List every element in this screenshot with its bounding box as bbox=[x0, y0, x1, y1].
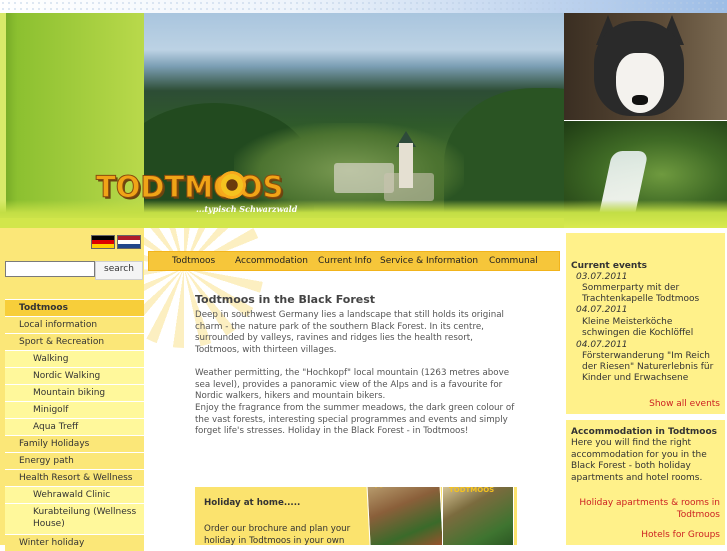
side-navigation: Todtmoos Local information Sport & Recre… bbox=[5, 299, 144, 551]
sidebar-item-energy-path[interactable]: Energy path bbox=[5, 452, 144, 469]
brochure-logo: TODTMOOS bbox=[373, 487, 419, 490]
promo-text: Order our brochure and plan your holiday… bbox=[204, 524, 351, 545]
nav-item-communal[interactable]: Communal bbox=[489, 252, 538, 270]
sidebar-item-kurabteilung[interactable]: Kurabteilung (Wellness House) bbox=[5, 503, 144, 534]
search-button[interactable]: search bbox=[95, 261, 143, 280]
sidebar-item-mountain-biking[interactable]: Mountain biking bbox=[5, 384, 144, 401]
event-date: 04.07.2011 bbox=[576, 340, 628, 350]
fragrance-paragraph: Enjoy the fragrance from the summer mead… bbox=[195, 403, 515, 437]
husky-photo bbox=[564, 13, 727, 120]
accommodation-text: Here you will find the right accommodati… bbox=[571, 438, 707, 483]
holiday-apartments-link[interactable]: Holiday apartments & rooms in Todtmoos bbox=[570, 498, 720, 521]
dot-pattern bbox=[0, 0, 727, 13]
sidebar-item-todtmoos[interactable]: Todtmoos bbox=[5, 299, 144, 316]
brochure-logo: TODTMOOS bbox=[449, 487, 495, 494]
brochure-image[interactable]: TODTMOOS bbox=[442, 487, 514, 545]
dog-nose bbox=[632, 95, 648, 105]
event-date: 04.07.2011 bbox=[576, 305, 628, 315]
event-title[interactable]: Sommerparty mit der Trachtenkapelle Todt… bbox=[582, 283, 722, 305]
logo-wordmark: TODTMOOS bbox=[95, 170, 284, 205]
nav-item-service-information[interactable]: Service & Information bbox=[380, 252, 478, 270]
event-title[interactable]: Kleine Meisterköche schwingen die Kochlö… bbox=[582, 317, 722, 339]
promo-title: Holiday at home..... bbox=[204, 498, 301, 508]
sidebar-item-minigolf[interactable]: Minigolf bbox=[5, 401, 144, 418]
show-all-events-link[interactable]: Show all events bbox=[649, 399, 720, 409]
left-stripe bbox=[0, 13, 6, 228]
accommodation-heading: Accommodation in Todtmoos bbox=[571, 427, 717, 437]
sidebar-item-family-holidays[interactable]: Family Holidays bbox=[5, 435, 144, 452]
nav-item-accommodation[interactable]: Accommodation bbox=[235, 252, 308, 270]
sidebar-item-local-information[interactable]: Local information bbox=[5, 316, 144, 333]
events-panel: Current events 03.07.2011 Sommerparty mi… bbox=[566, 233, 725, 414]
hotels-for-groups-link[interactable]: Hotels for Groups bbox=[570, 530, 720, 542]
events-heading: Current events bbox=[571, 261, 647, 271]
brochure-image[interactable]: TODTMOOS bbox=[365, 487, 445, 545]
sidebar-item-winter-holiday[interactable]: Winter holiday bbox=[5, 534, 144, 551]
site-logo[interactable]: TODTMOOS ...typisch Schwarzwald bbox=[95, 170, 297, 215]
page-title: Todtmoos in the Black Forest bbox=[195, 293, 376, 306]
main-navigation-bar: Todtmoos Accommodation Current Info Serv… bbox=[148, 251, 560, 271]
search-input[interactable] bbox=[5, 261, 95, 277]
intro-paragraph: Deep in southwest Germany lies a landsca… bbox=[195, 310, 504, 355]
brochure-promo-box[interactable]: Holiday at home..... Order our brochure … bbox=[195, 487, 517, 545]
sidebar-item-aqua-treff[interactable]: Aqua Treff bbox=[5, 418, 144, 435]
sidebar-item-wehrawald-clinic[interactable]: Wehrawald Clinic bbox=[5, 486, 144, 503]
event-title[interactable]: Försterwanderung "Im Reich der Riesen" N… bbox=[582, 351, 722, 384]
accommodation-panel: Accommodation in Todtmoos Here you will … bbox=[566, 420, 725, 545]
sidebar-item-nordic-walking[interactable]: Nordic Walking bbox=[5, 367, 144, 384]
sidebar-item-sport-recreation[interactable]: Sport & Recreation bbox=[5, 333, 144, 350]
sidebar-item-walking[interactable]: Walking bbox=[5, 350, 144, 367]
header-green-band-lower bbox=[0, 218, 564, 228]
nav-item-current-info[interactable]: Current Info bbox=[318, 252, 372, 270]
event-date: 03.07.2011 bbox=[576, 272, 628, 282]
top-decorative-strip bbox=[0, 0, 727, 13]
sidebar-item-health-resort[interactable]: Health Resort & Wellness bbox=[5, 469, 144, 486]
church-tower bbox=[399, 143, 413, 188]
nav-item-todtmoos[interactable]: Todtmoos bbox=[172, 252, 215, 270]
hochkopf-paragraph: Weather permitting, the "Hochkopf" local… bbox=[195, 368, 510, 402]
sunflower-icon bbox=[218, 171, 246, 199]
german-flag-icon[interactable] bbox=[91, 235, 115, 249]
dutch-flag-icon[interactable] bbox=[117, 235, 141, 249]
logo-tagline: ...typisch Schwarzwald bbox=[196, 204, 298, 214]
